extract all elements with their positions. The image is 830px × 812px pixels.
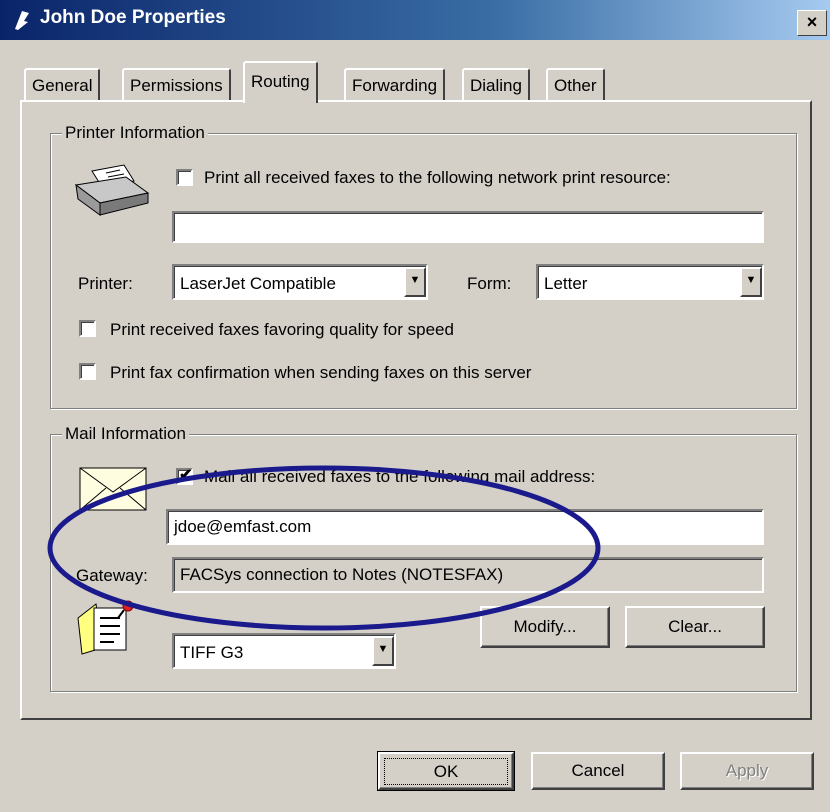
checkmark-icon: ✔ bbox=[179, 467, 193, 484]
mail-all-checkbox[interactable]: ✔ bbox=[176, 467, 193, 485]
mail-information-legend: Mail Information bbox=[62, 424, 189, 444]
tab-general[interactable]: General bbox=[24, 68, 101, 100]
title-bar[interactable]: John Doe Properties × bbox=[0, 0, 830, 40]
print-all-checkbox[interactable] bbox=[176, 169, 193, 186]
tab-other[interactable]: Other bbox=[546, 68, 605, 100]
tab-forwarding[interactable]: Forwarding bbox=[344, 68, 446, 100]
format-dropdown-arrow-icon[interactable]: ▼ bbox=[372, 636, 394, 666]
tab-permissions[interactable]: Permissions bbox=[122, 68, 231, 100]
ok-button-label: OK bbox=[384, 758, 508, 785]
tab-routing[interactable]: Routing bbox=[243, 61, 318, 103]
cancel-button[interactable]: Cancel bbox=[531, 752, 665, 790]
confirm-label: Print fax confirmation when sending faxe… bbox=[110, 363, 532, 382]
print-all-label: Print all received faxes to the followin… bbox=[204, 168, 671, 187]
document-pin-icon bbox=[77, 600, 134, 655]
form-label: Form: bbox=[467, 274, 512, 293]
fax-app-icon bbox=[15, 11, 29, 30]
printer-icon bbox=[74, 164, 150, 216]
format-select[interactable]: TIFF G3 bbox=[172, 633, 396, 669]
printer-select[interactable]: LaserJet Compatible bbox=[172, 264, 428, 300]
format-select-value: TIFF G3 bbox=[180, 643, 244, 662]
printer-information-legend: Printer Information bbox=[62, 123, 208, 143]
confirm-checkbox[interactable] bbox=[79, 363, 96, 380]
mail-all-label: Mail all received faxes to the following… bbox=[204, 467, 596, 486]
apply-button[interactable]: Apply bbox=[680, 752, 814, 790]
gateway-label: Gateway: bbox=[76, 566, 148, 585]
gateway-field: FACSys connection to Notes (NOTESFAX) bbox=[172, 557, 764, 593]
window-title: John Doe Properties bbox=[40, 7, 226, 28]
close-button[interactable]: × bbox=[797, 10, 827, 36]
printer-label: Printer: bbox=[78, 274, 133, 293]
tab-dialing[interactable]: Dialing bbox=[462, 68, 530, 100]
clear-button[interactable]: Clear... bbox=[625, 606, 765, 648]
modify-button[interactable]: Modify... bbox=[480, 606, 610, 648]
print-resource-input[interactable] bbox=[172, 211, 764, 243]
quality-checkbox[interactable] bbox=[79, 320, 96, 337]
form-dropdown-arrow-icon[interactable]: ▼ bbox=[740, 267, 762, 297]
printer-dropdown-arrow-icon[interactable]: ▼ bbox=[404, 267, 426, 297]
form-select[interactable]: Letter bbox=[536, 264, 764, 300]
form-select-value: Letter bbox=[544, 274, 588, 293]
envelope-icon bbox=[79, 467, 147, 511]
mail-address-input[interactable]: jdoe@emfast.com bbox=[166, 509, 764, 545]
printer-select-value: LaserJet Compatible bbox=[180, 274, 336, 293]
ok-button[interactable]: OK bbox=[377, 751, 515, 791]
quality-label: Print received faxes favoring quality fo… bbox=[110, 320, 454, 339]
